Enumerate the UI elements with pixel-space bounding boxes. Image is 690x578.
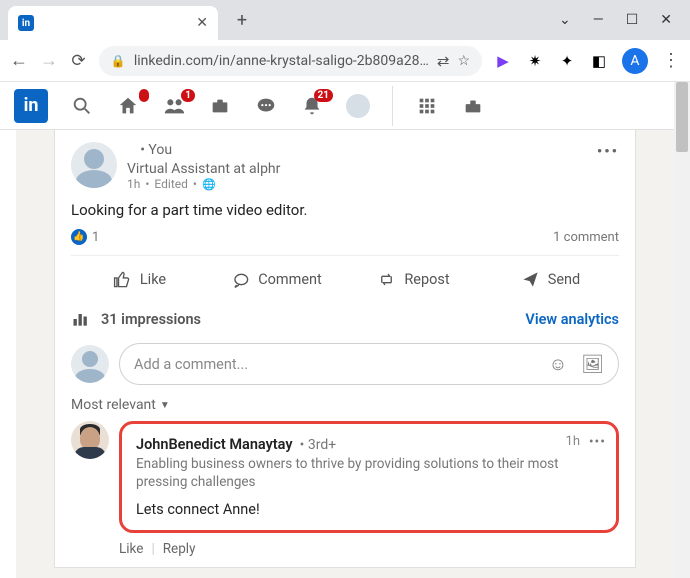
connection-degree: 3rd+	[308, 437, 336, 453]
linkedin-favicon: in	[18, 15, 34, 31]
close-tab-icon[interactable]: ✕	[196, 15, 208, 31]
comment-input[interactable]: Add a comment... ☺ 🖼	[119, 343, 619, 385]
comment-reply-button[interactable]: Reply	[163, 541, 196, 557]
comment-actions: Like | Reply	[119, 541, 619, 557]
page-background: _ • You Virtual Assistant at alphr 1h • …	[16, 130, 674, 578]
caret-down-icon: ▼	[160, 400, 170, 411]
close-window-button[interactable]: ✕	[660, 12, 672, 28]
author-headline: Virtual Assistant at alphr	[127, 161, 280, 177]
you-label: • You	[140, 142, 172, 161]
sort-label: Most relevant	[71, 397, 156, 413]
comment-my-avatar[interactable]	[71, 345, 109, 383]
puzzle-ext-icon[interactable]: ✦	[558, 52, 576, 70]
commenter-headline: Enabling business owners to thrive by pr…	[136, 455, 602, 491]
minimize-button[interactable]: —	[593, 12, 604, 28]
post-time: 1h	[127, 177, 140, 191]
jobs-icon[interactable]	[208, 94, 232, 118]
bar-chart-icon	[71, 309, 91, 329]
send-button[interactable]: Send	[482, 262, 619, 297]
like-button[interactable]: Like	[71, 262, 208, 297]
impressions-text: 31 impressions	[101, 311, 201, 328]
business-icon[interactable]	[461, 94, 485, 118]
comment-button[interactable]: Comment	[208, 262, 345, 297]
notif-badge: 21	[314, 89, 333, 102]
like-icon: 👍	[71, 229, 87, 245]
post-body: Looking for a part time video editor.	[71, 201, 619, 219]
sidepanel-icon[interactable]: ◧	[590, 52, 608, 70]
network-badge: 1	[181, 89, 195, 102]
lock-icon: 🔒	[111, 54, 126, 68]
chrome-menu-icon[interactable]: ⋮	[662, 50, 680, 71]
page-scrollbar[interactable]	[674, 82, 690, 578]
comment-count[interactable]: 1 comment	[553, 230, 619, 245]
like-count: 1	[92, 230, 99, 245]
url-text: linkedin.com/in/anne-krystal-saligo-2b80…	[134, 53, 429, 69]
post-header: _ • You Virtual Assistant at alphr 1h • …	[71, 142, 619, 191]
scrollbar-thumb[interactable]	[676, 82, 688, 152]
play-ext-icon[interactable]: ▶	[494, 52, 512, 70]
browser-tab-active[interactable]: in ✕	[8, 6, 218, 40]
commenter-avatar[interactable]	[71, 421, 109, 459]
author-avatar[interactable]	[71, 142, 117, 188]
comment-placeholder: Add a comment...	[134, 356, 248, 373]
maximize-button[interactable]: ☐	[626, 12, 639, 28]
emoji-icon[interactable]: ☺	[549, 354, 567, 375]
post-menu-icon[interactable]: •••	[597, 142, 619, 160]
messaging-icon[interactable]	[254, 94, 278, 118]
ext-icon-2[interactable]: ✷	[526, 52, 544, 70]
comment-item: JohnBenedict Manaytay • 3rd+ 1h ••• Enab…	[71, 421, 619, 533]
comment-label: Comment	[258, 271, 322, 288]
linkedin-logo[interactable]: in	[14, 89, 48, 123]
send-label: Send	[548, 271, 580, 288]
home-icon[interactable]	[116, 94, 140, 118]
nav-divider	[392, 86, 393, 126]
comment-bubble: JohnBenedict Manaytay • 3rd+ 1h ••• Enab…	[119, 421, 619, 533]
reactions-row: 👍 1 1 comment	[71, 229, 619, 245]
post-actions: Like Comment Repost Send	[71, 255, 619, 297]
network-icon[interactable]: 1	[162, 94, 186, 118]
comment-like-button[interactable]: Like	[119, 541, 143, 557]
comment-menu-icon[interactable]: •••	[589, 434, 606, 450]
new-tab-button[interactable]: +	[228, 6, 256, 34]
comment-text: Lets connect Anne!	[136, 501, 602, 518]
address-bar[interactable]: 🔒 linkedin.com/in/anne-krystal-saligo-2b…	[99, 46, 482, 76]
comment-sort[interactable]: Most relevant ▼	[71, 397, 619, 413]
profile-avatar[interactable]: A	[622, 48, 648, 74]
commenter-name[interactable]: JohnBenedict Manaytay • 3rd+	[136, 436, 336, 453]
home-badge	[139, 89, 150, 102]
comment-time: 1h	[566, 434, 580, 449]
edited-label: Edited	[154, 177, 187, 191]
grid-apps-icon[interactable]	[415, 94, 439, 118]
repost-label: Repost	[404, 271, 449, 288]
browser-toolbar: ← → ⟳ 🔒 linkedin.com/in/anne-krystal-sal…	[0, 40, 690, 82]
reload-button[interactable]: ⟳	[70, 51, 87, 71]
add-comment-row: Add a comment... ☺ 🖼	[71, 343, 619, 385]
bookmark-icon[interactable]: ☆	[457, 53, 470, 69]
globe-icon: 🌐	[202, 178, 216, 191]
image-icon[interactable]: 🖼	[581, 354, 604, 375]
like-label: Like	[140, 271, 166, 288]
linkedin-navbar: in 1 21	[0, 82, 690, 130]
extension-icons: ▶ ✷ ✦ ◧ A ⋮	[494, 48, 680, 74]
back-button[interactable]: ←	[10, 50, 28, 71]
repost-button[interactable]: Repost	[345, 262, 482, 297]
notifications-icon[interactable]: 21	[300, 94, 324, 118]
search-icon[interactable]	[70, 94, 94, 118]
post-card: _ • You Virtual Assistant at alphr 1h • …	[54, 130, 636, 568]
forward-button[interactable]: →	[40, 50, 58, 71]
impressions-row: 31 impressions View analytics	[71, 309, 619, 329]
chevron-down-icon[interactable]: ⌄	[559, 12, 571, 28]
reaction-summary[interactable]: 👍 1	[71, 229, 99, 245]
window-controls: ⌄ — ☐ ✕	[541, 0, 690, 40]
nav-profile-avatar[interactable]	[346, 94, 370, 118]
commenter-name-text: JohnBenedict Manaytay	[136, 436, 293, 453]
translate-icon[interactable]: ⇄	[437, 52, 450, 70]
view-analytics-link[interactable]: View analytics	[525, 311, 619, 328]
